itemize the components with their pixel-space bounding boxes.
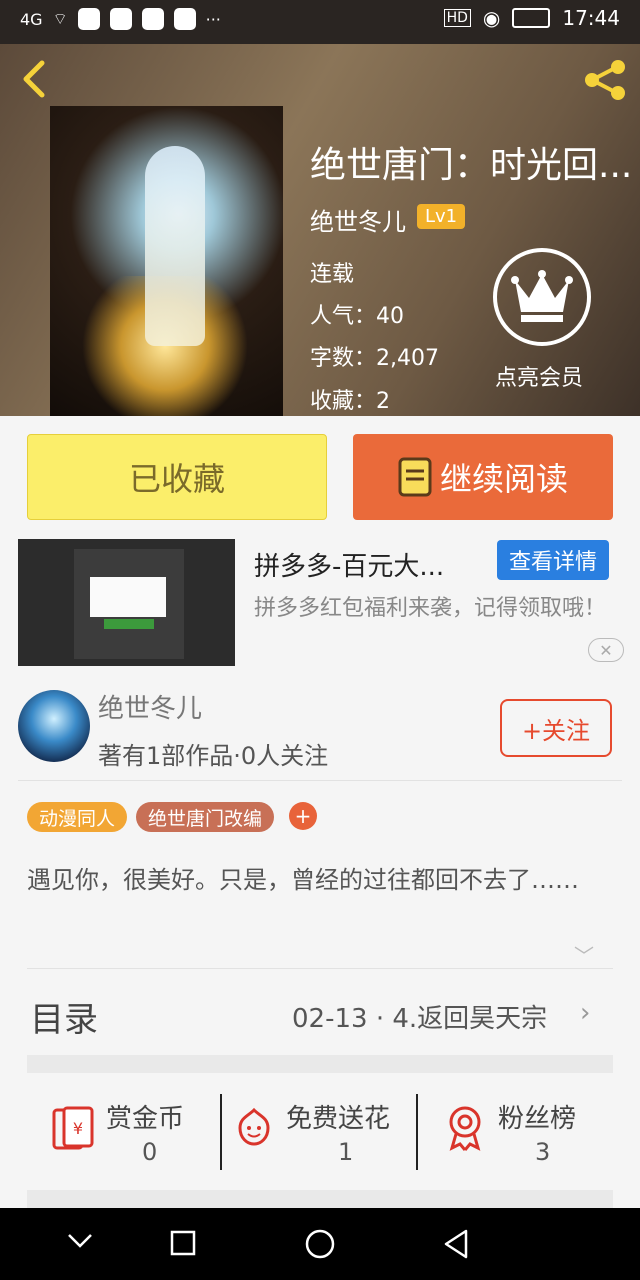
favorite-count: 收藏：2 [310, 389, 390, 414]
ad-dialog [90, 577, 166, 617]
ad-image[interactable] [18, 539, 235, 666]
continue-reading-label: 继续阅读 [439, 460, 568, 498]
free-flower-label[interactable]: 免费送花 [286, 1098, 390, 1135]
separator [416, 1094, 418, 1170]
battery-icon [512, 8, 551, 28]
system-nav-bar [0, 1208, 640, 1280]
book-cover[interactable] [50, 106, 283, 416]
free-flower-value: 1 [338, 1138, 354, 1166]
back-nav-icon[interactable] [442, 1228, 470, 1260]
clock: 17:44 [562, 6, 620, 30]
status-right: HD ◉ 17:44 [443, 6, 620, 30]
add-tag-button[interactable]: + [289, 802, 317, 830]
author-avatar[interactable] [18, 690, 90, 762]
eye-icon: ◉ [482, 6, 501, 30]
app-icon [77, 8, 100, 30]
book-icon [398, 457, 432, 497]
serial-status: 连载 [310, 262, 355, 287]
tag-adaptation[interactable]: 绝世唐门改编 [136, 802, 275, 832]
continue-reading-button[interactable]: 继续阅读 [353, 434, 613, 520]
reward-coins-label[interactable]: 赏金币 [106, 1098, 184, 1135]
toc-label[interactable]: 目录 [30, 992, 98, 1041]
hd-badge: HD [443, 9, 471, 27]
nav-down-icon[interactable] [66, 1232, 94, 1250]
section-gap [27, 1190, 613, 1208]
member-label[interactable]: 点亮会员 [495, 360, 583, 392]
favorited-button[interactable]: 已收藏 [27, 434, 327, 520]
word-count: 字数：2,407 [310, 346, 439, 371]
red-envelope-icon[interactable]: ¥ [50, 1104, 98, 1152]
ad-title[interactable]: 拼多多-百元大... [254, 546, 474, 583]
fan-ranking-label[interactable]: 粉丝榜 [498, 1098, 576, 1135]
ad-description: 拼多多红包福利来袭，记得领取哦！ [254, 596, 607, 621]
status-bar: 4G ⌔ ··· HD ◉ 17:44 [0, 0, 640, 44]
flower-icon[interactable] [234, 1106, 274, 1150]
follow-button[interactable]: +关注 [500, 699, 612, 757]
member-button[interactable] [493, 248, 591, 346]
favorited-label: 已收藏 [128, 460, 225, 498]
divider [18, 780, 622, 781]
wifi-icon: ⌔ [52, 9, 68, 28]
level-badge: Lv1 [417, 204, 466, 229]
toc-latest-chapter[interactable]: 02-13 · 4.返回昊天宗 [292, 998, 547, 1035]
app-icon [141, 8, 164, 30]
recent-apps-icon[interactable] [170, 1230, 196, 1256]
svg-text:¥: ¥ [73, 1119, 83, 1138]
section-gap [27, 1055, 613, 1073]
signal-indicator: 4G [20, 9, 43, 29]
book-author[interactable]: 绝世冬儿 [310, 202, 406, 237]
app-icon [173, 8, 196, 30]
expand-chevron-icon[interactable]: ﹀ [574, 940, 594, 969]
book-header: 绝世唐门：时光回... 绝世冬儿 Lv1 连载 人气：40 字数：2,407 收… [0, 44, 640, 416]
fan-ranking-value: 3 [535, 1138, 551, 1166]
ad-button [104, 619, 154, 629]
reward-coins-value: 0 [142, 1138, 158, 1166]
tag-anime-fan[interactable]: 动漫同人 [27, 802, 128, 832]
chevron-right-icon[interactable]: › [580, 998, 590, 1028]
back-icon[interactable] [20, 60, 46, 98]
book-title: 绝世唐门：时光回... [310, 145, 633, 186]
separator [220, 1094, 222, 1170]
medal-icon[interactable] [444, 1104, 486, 1152]
book-description: 遇见你，很美好。只是，曾经的过往都回不去了…… [27, 866, 579, 894]
cover-figure [145, 146, 205, 346]
more-notifications: ··· [205, 9, 221, 29]
divider [27, 968, 613, 969]
share-icon[interactable] [582, 58, 628, 102]
app-icon [109, 8, 132, 30]
popularity: 人气：40 [310, 304, 404, 329]
ad-close-icon[interactable]: ✕ [588, 638, 624, 662]
ad-detail-button[interactable]: 查看详情 [497, 540, 609, 580]
author-name[interactable]: 绝世冬儿 [98, 688, 202, 725]
crown-icon [511, 270, 573, 322]
author-stats: 著有1部作品·0人关注 [98, 742, 329, 770]
home-icon[interactable] [304, 1228, 336, 1260]
status-left: 4G ⌔ ··· [20, 8, 221, 30]
